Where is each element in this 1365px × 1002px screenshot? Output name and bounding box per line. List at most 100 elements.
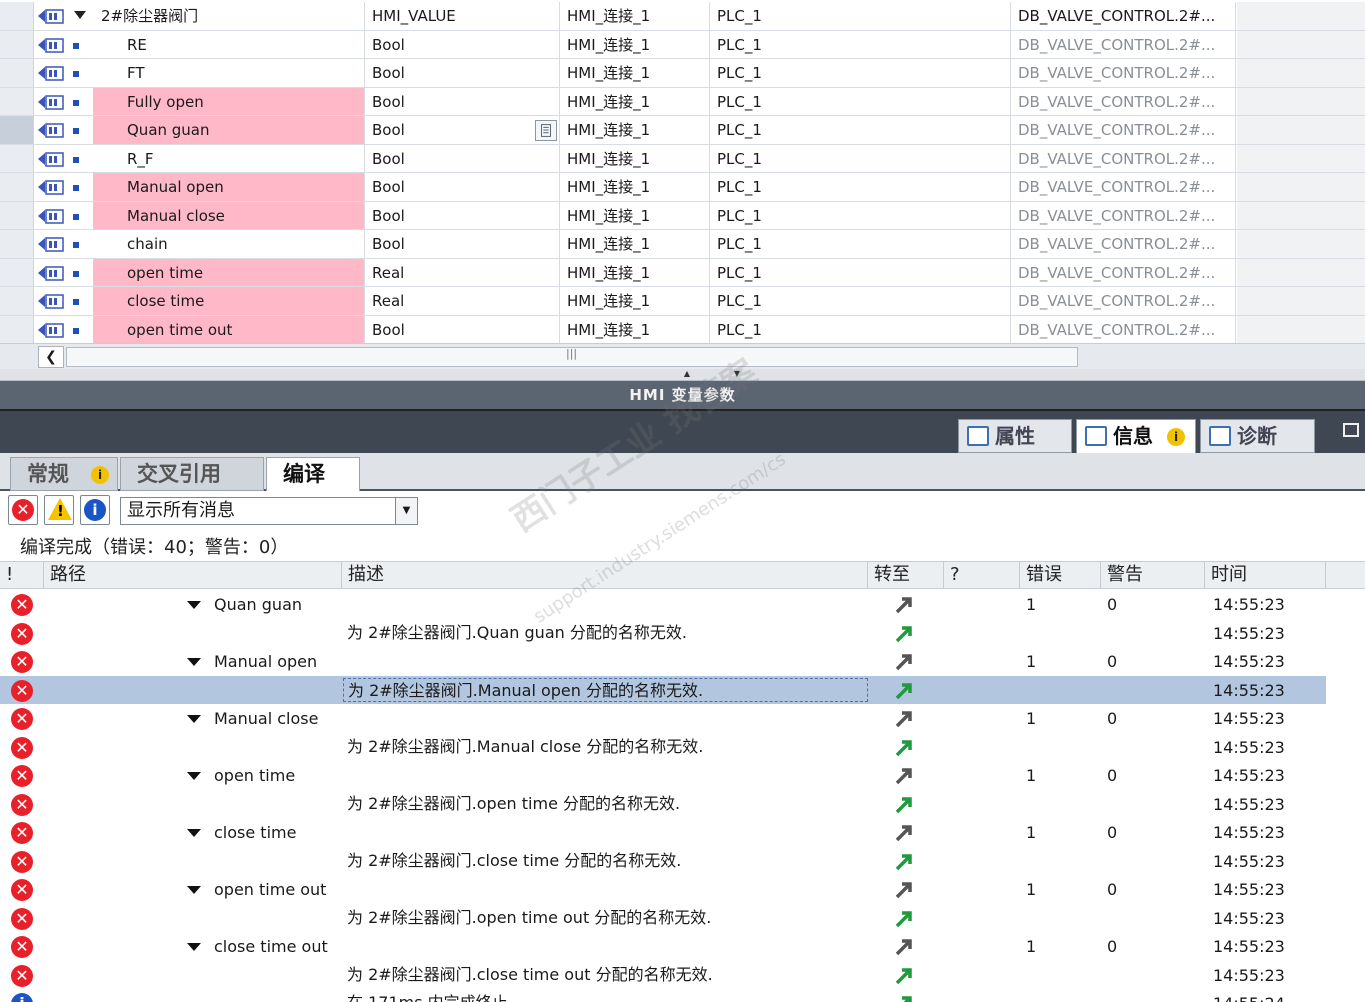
message-group-row[interactable]: ✕ Quan guan 1 0 14:55:23 bbox=[0, 590, 1326, 619]
table-row-selected[interactable]: Quan guan Bool HMI_连接_1 PLC_1 DB_VALVE_C… bbox=[0, 116, 1365, 145]
goto-arrow-icon[interactable] bbox=[893, 764, 915, 786]
tab-general[interactable]: 常规 i bbox=[10, 457, 118, 491]
row-gutter[interactable] bbox=[0, 287, 34, 315]
message-row-selected[interactable]: ✕ 为 2#除尘器阀门.Manual open 分配的名称无效. 14:55:2… bbox=[0, 675, 1326, 704]
list-picker-icon[interactable] bbox=[535, 120, 557, 141]
goto-arrow-icon[interactable] bbox=[893, 593, 915, 615]
tab-info[interactable]: 信息 i bbox=[1076, 419, 1196, 453]
variable-type[interactable]: Bool bbox=[366, 59, 560, 87]
variable-connection[interactable]: HMI_连接_1 bbox=[561, 315, 710, 343]
chevron-down-icon[interactable]: ▼ bbox=[395, 498, 417, 524]
scroll-left-button[interactable]: ❮ bbox=[38, 346, 64, 368]
variable-name-invalid[interactable]: Manual open bbox=[93, 173, 365, 201]
variable-type[interactable]: Bool bbox=[366, 30, 560, 58]
goto-arrow-icon[interactable] bbox=[893, 992, 915, 1002]
variable-plc[interactable]: PLC_1 bbox=[711, 144, 1011, 172]
tab-diagnostics[interactable]: 诊断 bbox=[1200, 419, 1315, 453]
message-group-row[interactable]: ✕ Manual close 1 0 14:55:23 bbox=[0, 704, 1326, 733]
variable-plc-tag[interactable]: DB_VALVE_CONTROL.2#... bbox=[1012, 287, 1236, 315]
table-row[interactable]: open time out Bool HMI_连接_1 PLC_1 DB_VAL… bbox=[0, 315, 1365, 344]
variable-plc-tag[interactable]: DB_VALVE_CONTROL.2#... bbox=[1012, 116, 1236, 144]
message-row[interactable]: i 在 171ms 内完成终止 14:55:24 bbox=[0, 989, 1326, 1002]
message-row[interactable]: ✕ 为 2#除尘器阀门.close time out 分配的名称无效. 14:5… bbox=[0, 961, 1326, 990]
variable-plc-tag[interactable]: DB_VALVE_CONTROL.2#... bbox=[1012, 230, 1236, 258]
variable-plc-tag[interactable]: DB_VALVE_CONTROL.2#... bbox=[1012, 59, 1236, 87]
variable-plc-tag[interactable]: DB_VALVE_CONTROL.2#... bbox=[1012, 315, 1236, 343]
col-errors[interactable]: 错误 bbox=[1020, 562, 1101, 588]
col-severity[interactable]: ! bbox=[0, 562, 44, 588]
col-description[interactable]: 描述 bbox=[342, 562, 868, 588]
table-row[interactable]: R_F Bool HMI_连接_1 PLC_1 DB_VALVE_CONTROL… bbox=[0, 144, 1365, 173]
message-group-row[interactable]: ✕ close time 1 0 14:55:23 bbox=[0, 818, 1326, 847]
variable-plc-tag[interactable]: DB_VALVE_CONTROL.2#... bbox=[1012, 30, 1236, 58]
variable-type[interactable]: HMI_VALUE bbox=[366, 2, 560, 30]
variable-plc[interactable]: PLC_1 bbox=[711, 230, 1011, 258]
variable-type[interactable]: Bool bbox=[366, 144, 560, 172]
table-row[interactable]: open time Real HMI_连接_1 PLC_1 DB_VALVE_C… bbox=[0, 258, 1365, 287]
variable-plc[interactable]: PLC_1 bbox=[711, 287, 1011, 315]
goto-arrow-icon[interactable] bbox=[893, 650, 915, 672]
table-row[interactable]: close time Real HMI_连接_1 PLC_1 DB_VALVE_… bbox=[0, 287, 1365, 316]
variable-type[interactable]: Bool bbox=[366, 87, 560, 115]
message-row[interactable]: ✕ 为 2#除尘器阀门.open time 分配的名称无效. 14:55:23 bbox=[0, 790, 1326, 819]
goto-arrow-icon[interactable] bbox=[893, 707, 915, 729]
message-row[interactable]: ✕ 为 2#除尘器阀门.Manual close 分配的名称无效. 14:55:… bbox=[0, 733, 1326, 762]
variable-type[interactable]: Bool bbox=[366, 201, 560, 229]
tab-compile[interactable]: 编译 bbox=[266, 457, 360, 493]
row-gutter[interactable] bbox=[0, 144, 34, 172]
variable-plc[interactable]: PLC_1 bbox=[711, 315, 1011, 343]
goto-arrow-icon[interactable] bbox=[893, 935, 915, 957]
col-goto[interactable]: 转至 bbox=[868, 562, 944, 588]
message-filter-select[interactable]: 显示所有消息 ▼ bbox=[120, 497, 418, 525]
variable-name-invalid[interactable]: open time out bbox=[93, 315, 365, 343]
variable-type[interactable]: Real bbox=[366, 258, 560, 286]
variable-name[interactable]: RE bbox=[93, 30, 365, 58]
row-gutter[interactable] bbox=[0, 230, 34, 258]
show-info-button[interactable]: i bbox=[80, 495, 110, 525]
message-group-row[interactable]: ✕ open time 1 0 14:55:23 bbox=[0, 761, 1326, 790]
table-row[interactable]: chain Bool HMI_连接_1 PLC_1 DB_VALVE_CONTR… bbox=[0, 230, 1365, 259]
variable-name[interactable]: R_F bbox=[93, 144, 365, 172]
panel-splitter[interactable]: ▲ ▼ bbox=[0, 369, 1365, 381]
col-time[interactable]: 时间 bbox=[1205, 562, 1326, 588]
variable-type[interactable]: Bool bbox=[366, 230, 560, 258]
variable-name-invalid[interactable]: close time bbox=[93, 287, 365, 315]
expand-arrow-icon[interactable] bbox=[187, 658, 201, 666]
expand-arrow-icon[interactable] bbox=[187, 715, 201, 723]
expand-arrow-icon[interactable] bbox=[187, 886, 201, 894]
message-row[interactable]: ✕ 为 2#除尘器阀门.open time out 分配的名称无效. 14:55… bbox=[0, 904, 1326, 933]
maximize-icon[interactable] bbox=[1343, 423, 1359, 437]
variable-plc-tag[interactable]: DB_VALVE_CONTROL.2#... bbox=[1012, 173, 1236, 201]
goto-arrow-icon[interactable] bbox=[893, 878, 915, 900]
row-gutter[interactable] bbox=[0, 201, 34, 229]
variable-plc-tag[interactable]: DB_VALVE_CONTROL.2#... bbox=[1012, 87, 1236, 115]
tab-cross-reference[interactable]: 交叉引用 bbox=[120, 457, 264, 491]
table-row[interactable]: RE Bool HMI_连接_1 PLC_1 DB_VALVE_CONTROL.… bbox=[0, 30, 1365, 59]
horizontal-scrollbar[interactable]: ❮ ||| bbox=[0, 343, 1365, 369]
col-warnings[interactable]: 警告 bbox=[1101, 562, 1205, 588]
table-row[interactable]: Manual open Bool HMI_连接_1 PLC_1 DB_VALVE… bbox=[0, 173, 1365, 202]
variable-plc[interactable]: PLC_1 bbox=[711, 2, 1011, 30]
show-warnings-button[interactable]: ! bbox=[44, 495, 74, 525]
col-path[interactable]: 路径 bbox=[44, 562, 342, 588]
row-gutter[interactable] bbox=[0, 59, 34, 87]
variable-name[interactable]: FT bbox=[93, 59, 365, 87]
message-row[interactable]: ✕ 为 2#除尘器阀门.Quan guan 分配的名称无效. 14:55:23 bbox=[0, 619, 1326, 648]
goto-arrow-icon[interactable] bbox=[893, 622, 915, 644]
variable-plc-tag[interactable]: DB_VALVE_CONTROL.2#... bbox=[1012, 144, 1236, 172]
goto-arrow-icon[interactable] bbox=[893, 821, 915, 843]
table-row[interactable]: FT Bool HMI_连接_1 PLC_1 DB_VALVE_CONTROL.… bbox=[0, 59, 1365, 88]
table-row[interactable]: 2#除尘器阀门 HMI_VALUE HMI_连接_1 PLC_1 DB_VALV… bbox=[0, 2, 1365, 31]
variable-type[interactable]: Bool bbox=[366, 315, 560, 343]
variable-connection[interactable]: HMI_连接_1 bbox=[561, 287, 710, 315]
variable-plc[interactable]: PLC_1 bbox=[711, 173, 1011, 201]
row-gutter[interactable] bbox=[0, 173, 34, 201]
variable-type[interactable]: Bool bbox=[366, 173, 560, 201]
variable-plc-tag[interactable]: DB_VALVE_CONTROL.2#... bbox=[1012, 201, 1236, 229]
splitter-down-icon[interactable]: ▼ bbox=[722, 369, 752, 379]
variable-name-invalid[interactable]: Manual close bbox=[93, 201, 365, 229]
variable-plc-tag[interactable]: DB_VALVE_CONTROL.2#... bbox=[1012, 258, 1236, 286]
goto-arrow-icon[interactable] bbox=[893, 964, 915, 986]
variable-plc[interactable]: PLC_1 bbox=[711, 201, 1011, 229]
message-group-row[interactable]: ✕ open time out 1 0 14:55:23 bbox=[0, 875, 1326, 904]
